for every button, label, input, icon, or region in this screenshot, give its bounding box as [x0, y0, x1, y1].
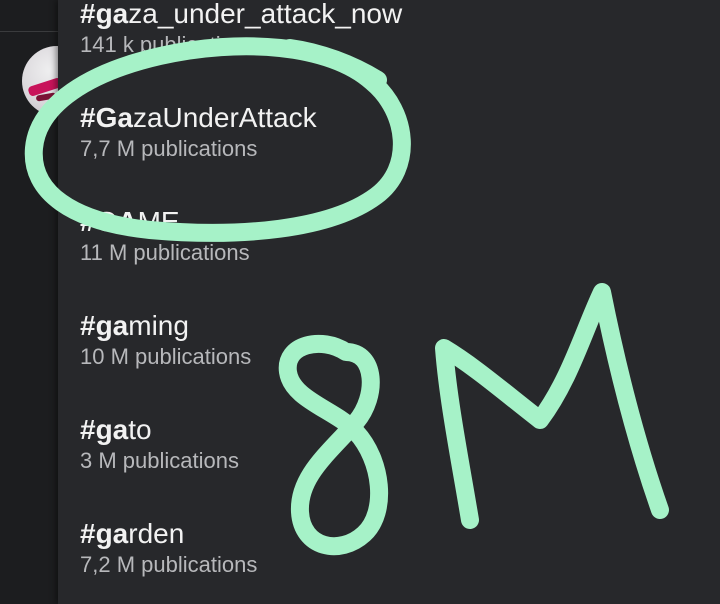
suggestion-item[interactable]: #gaming 10 M publications: [80, 309, 700, 371]
hashtag-label: #garden: [80, 517, 700, 551]
publication-count: 7,7 M publications: [80, 136, 258, 161]
publication-count: 3 M publications: [80, 448, 239, 473]
hashtag-label: #gato: [80, 413, 700, 447]
suggestion-item[interactable]: #GAME 11 M publications: [80, 205, 700, 267]
hashtag-suggestions-dropdown: #gaza_under_attack_now 141 k publication…: [58, 0, 720, 604]
hashtag-match: #ga: [80, 518, 129, 549]
hashtag-label: #gaza_under_attack_now: [80, 0, 700, 31]
hashtag-rest: to: [128, 414, 152, 445]
publication-count: 10 M publications: [80, 344, 252, 369]
hashtag-label: #GAME: [80, 205, 700, 239]
hashtag-match: #ga: [80, 310, 129, 341]
publication-count: 7,2 M publications: [80, 552, 258, 577]
publication-count: 11 M publications: [80, 240, 250, 265]
suggestion-item[interactable]: #gato 3 M publications: [80, 413, 700, 475]
suggestion-item[interactable]: #garden 7,2 M publications: [80, 517, 700, 579]
hashtag-rest: ming: [128, 310, 189, 341]
hashtag-rest: zaUnderAttack: [132, 102, 317, 133]
hashtag-match: #GA: [80, 206, 138, 237]
suggestion-item[interactable]: #GazaUnderAttack 7,7 M publications: [80, 101, 700, 163]
hashtag-label: #gaming: [80, 309, 700, 343]
hashtag-rest: rden: [128, 518, 185, 549]
hashtag-match: #ga: [80, 0, 129, 29]
background-divider: [0, 31, 60, 32]
hashtag-match: #Ga: [80, 102, 133, 133]
hashtag-rest: ME: [137, 206, 180, 237]
hashtag-match: #ga: [80, 414, 129, 445]
suggestion-item[interactable]: #gaza_under_attack_now 141 k publication…: [80, 0, 700, 59]
hashtag-label: #GazaUnderAttack: [80, 101, 700, 135]
hashtag-rest: za_under_attack_now: [128, 0, 403, 29]
publication-count: 141 k publications: [80, 32, 257, 57]
